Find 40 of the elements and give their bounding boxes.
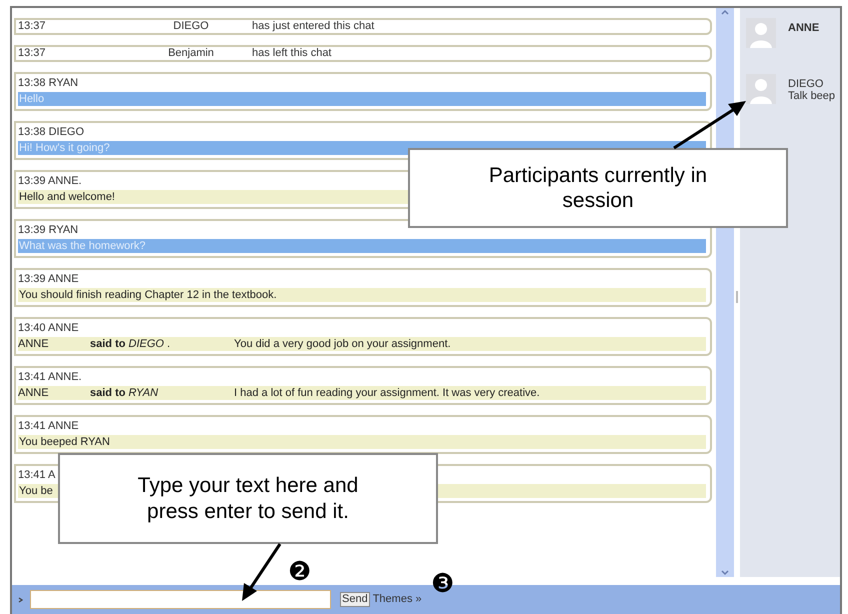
send-button[interactable]: Send (340, 592, 370, 607)
recipient-label: said to DIEGO . (90, 338, 172, 350)
avatar-icon (746, 74, 776, 104)
message-header: 13:41 ANNE. (18, 372, 82, 385)
message-header: 13:39 ANNE. (18, 176, 82, 189)
user-name: DIEGO (172, 21, 210, 32)
message-text: has just entered this chat (251, 21, 374, 32)
scroll-down-icon[interactable] (720, 569, 730, 577)
message-time: 13:37 (17, 21, 47, 32)
participant-name[interactable]: ANNE (788, 22, 820, 34)
message-input[interactable] (30, 590, 331, 609)
message-body: You beeped RYAN (18, 435, 706, 449)
message-text: You did a very good job on your assignment. (234, 338, 451, 350)
message-header: 13:38 RYAN (18, 78, 78, 91)
message-text: I had a lot of fun reading your assignment. It was very creative. (234, 388, 540, 398)
resize-handle[interactable] (736, 290, 738, 302)
participant-action-link[interactable]: Talk (788, 90, 808, 102)
message-text: has left this chat (251, 48, 332, 59)
message-body: You should finish reading Chapter 12 in the textbook. (18, 288, 706, 302)
message-header: 13:39 RYAN (18, 225, 78, 238)
user-name: Benjamin (167, 48, 215, 59)
message-header: 13:41 A (18, 470, 56, 483)
message-body: Hello (18, 92, 706, 106)
chevron-icon (18, 596, 23, 602)
recipient-label: said to RYAN (90, 388, 160, 398)
scroll-up-icon[interactable] (720, 8, 730, 16)
avatar-icon (746, 18, 776, 48)
themes-link[interactable]: Themes » (372, 591, 422, 608)
message-header: 13:41 ANNE (18, 421, 79, 434)
message-header: 13:39 ANNE (18, 274, 79, 287)
sender-name: ANNE (18, 388, 50, 398)
message-time: 13:37 (17, 48, 47, 59)
participant-name[interactable]: DIEGO (788, 78, 836, 90)
message-header: 13:38 DIEGO (18, 127, 84, 140)
step-marker: ❸ (431, 570, 454, 596)
message-body: What was the homework? (18, 239, 706, 253)
participant-action-link[interactable]: beep (810, 90, 836, 102)
step-marker: ❷ (288, 558, 311, 584)
sender-name: ANNE (18, 338, 50, 350)
message-header: 13:40 ANNE (18, 323, 79, 336)
